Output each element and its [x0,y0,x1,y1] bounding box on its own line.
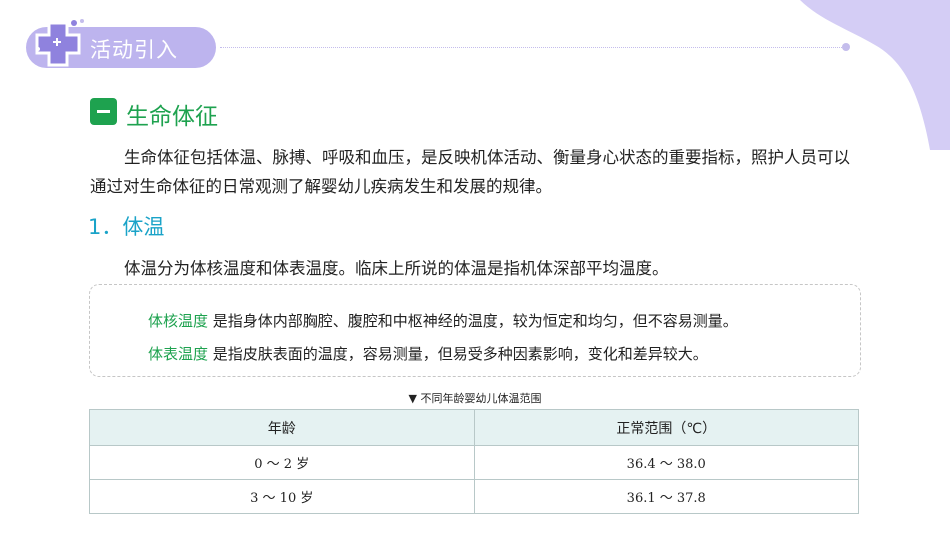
definition-surface-temperature: 体表温度 是指皮肤表面的温度，容易测量，但易受多种因素影响，变化和差异较大。 [148,343,708,364]
section-title: 生命体征 [126,104,218,130]
medical-cross-icon [35,19,84,67]
table-header-row: 年龄 正常范围（℃） [89,409,859,446]
table-cell: 36.1 ～ 37.8 [473,479,859,514]
section-number-badge [90,98,117,125]
header-divider [220,47,844,48]
table-row: 0 ～ 2 岁 36.4 ～ 38.0 [89,445,859,480]
table-cell: 36.4 ～ 38.0 [473,445,859,480]
header-title: 活动引入 [90,38,178,62]
definition-text: 是指身体内部胸腔、腹腔和中枢神经的温度，较为恒定和均匀，但不容易测量。 [208,312,738,330]
intro-paragraph: 生命体征包括体温、脉搏、呼吸和血压，是反映机体活动、衡量身心状态的重要指标，照护… [90,148,850,196]
definition-text: 是指皮肤表面的温度，容易测量，但易受多种因素影响，变化和差异较大。 [208,345,708,363]
temperature-range-table: 年龄 正常范围（℃） 0 ～ 2 岁 36.4 ～ 38.0 3 ～ 10 岁 … [89,409,859,514]
table-cell: 0 ～ 2 岁 [89,445,475,480]
temperature-description: 体温分为体核温度和体表温度。临床上所说的体温是指机体深部平均温度。 [124,259,669,278]
table-cell: 3 ～ 10 岁 [89,479,475,514]
definition-core-temperature: 体核温度 是指身体内部胸腔、腹腔和中枢神经的温度，较为恒定和均匀，但不容易测量。 [148,310,738,331]
subsection-title: 1．体温 [88,215,165,239]
corner-decoration [800,0,950,150]
definition-term: 体表温度 [148,345,209,363]
table-row: 3 ～ 10 岁 36.1 ～ 37.8 [89,479,859,514]
table-header-cell: 年龄 [89,409,475,446]
table-header-cell: 正常范围（℃） [473,409,859,446]
header-divider-dot [842,43,850,51]
definition-term: 体核温度 [148,312,209,330]
table-caption: ▼ 不同年龄婴幼儿体温范围 [408,392,542,405]
